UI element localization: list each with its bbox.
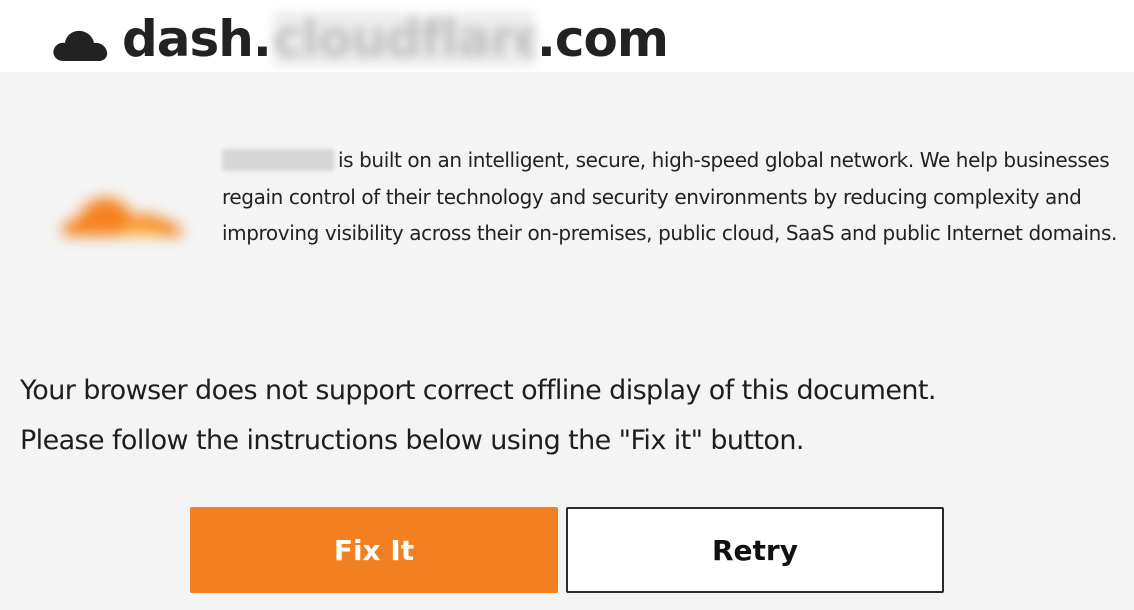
- message-line-2: Please follow the instructions below usi…: [20, 425, 804, 456]
- retry-button-label: Retry: [712, 533, 798, 567]
- message-line-1: Your browser does not support correct of…: [20, 375, 936, 406]
- intro-text: is built on an intelligent, secure, high…: [222, 148, 1117, 245]
- browser-support-message: Your browser does not support correct of…: [20, 366, 1120, 466]
- fix-it-button-label: Fix It: [333, 533, 415, 567]
- fix-it-button[interactable]: Fix It: [190, 507, 558, 593]
- domain-blurred-name: cloudflare: [272, 12, 535, 66]
- company-name-blurred: [222, 149, 334, 171]
- retry-button[interactable]: Retry: [566, 507, 944, 593]
- header-bar: dash. cloudflare .com: [0, 0, 1134, 72]
- domain-prefix: dash.: [122, 10, 272, 68]
- cloudflare-logo: [62, 197, 182, 236]
- cloud-icon: [53, 30, 108, 61]
- domain-title: dash. cloudflare .com: [122, 4, 669, 74]
- domain-suffix: .com: [536, 10, 669, 68]
- intro-paragraph: is built on an intelligent, secure, high…: [222, 142, 1127, 252]
